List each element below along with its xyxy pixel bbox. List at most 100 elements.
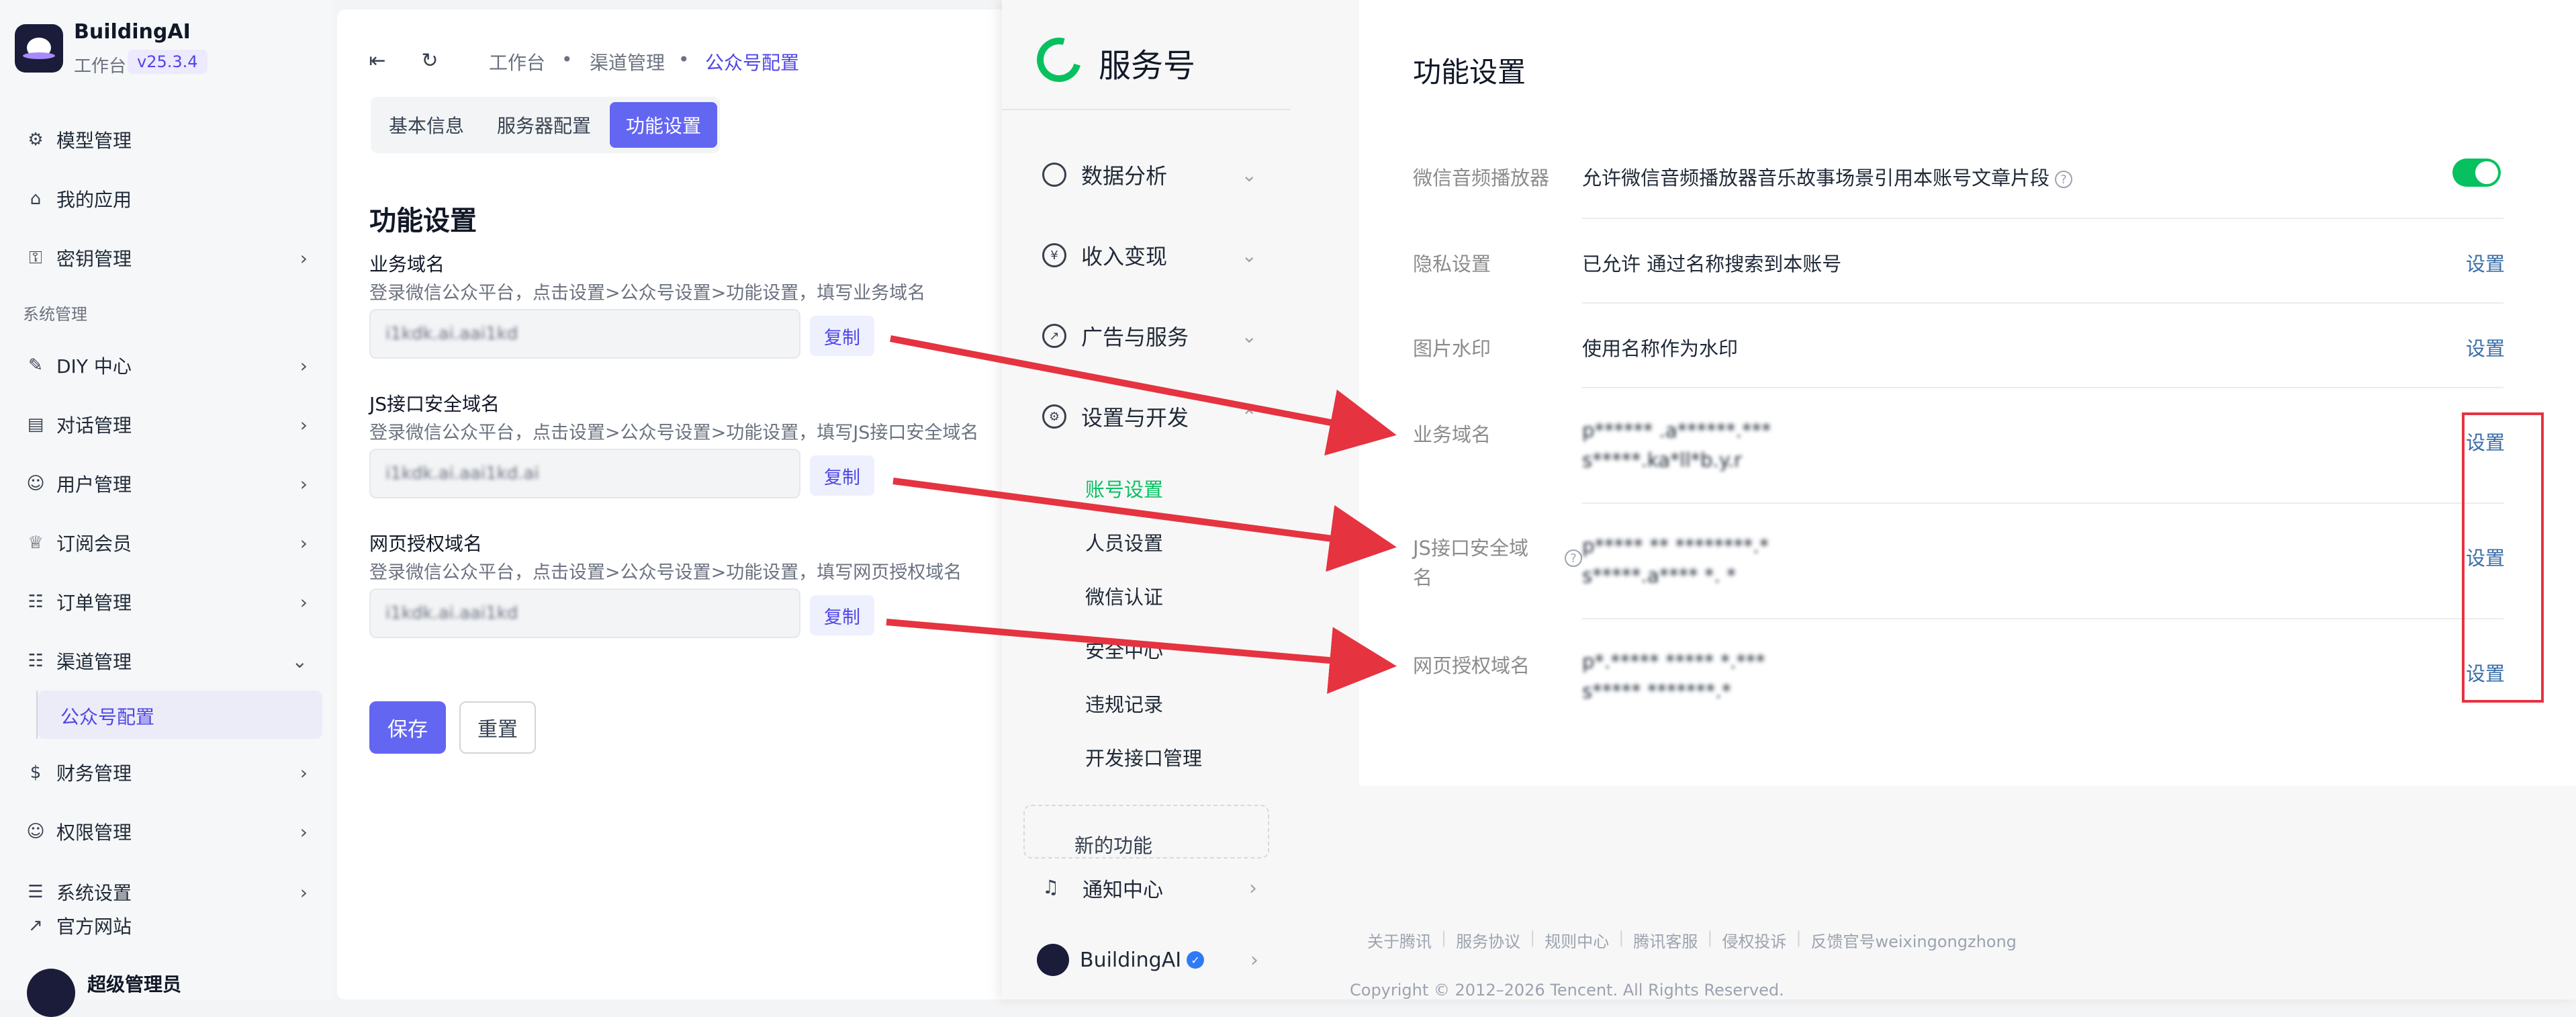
- model-icon: ⚙: [28, 130, 44, 150]
- copy-js-domain-button[interactable]: 复制: [810, 455, 874, 496]
- sidebar-item-diy[interactable]: ✎ DIY 中心 ›: [15, 345, 324, 386]
- wechat-menu-settings-dev[interactable]: ⚙ 设置与开发 ⌃: [1042, 396, 1257, 437]
- help-icon[interactable]: ?: [1565, 549, 1582, 567]
- copy-oauth-domain-button[interactable]: 复制: [810, 595, 874, 635]
- sidebar-item-keys[interactable]: ⚿ 密钥管理 ›: [15, 238, 324, 278]
- footer-link[interactable]: 规则中心: [1535, 928, 1618, 952]
- footer-link[interactable]: 关于腾讯: [1358, 928, 1441, 952]
- avatar: [1037, 944, 1069, 976]
- privacy-settings-link[interactable]: 设置: [2466, 249, 2505, 277]
- tab-feature-settings[interactable]: 功能设置: [610, 102, 717, 148]
- breadcrumb-item[interactable]: 工作台: [489, 48, 545, 75]
- sidebar-item-label: 模型管理: [56, 130, 132, 152]
- new-feature-card[interactable]: 新的功能: [1023, 805, 1269, 858]
- refresh-icon[interactable]: ↻: [416, 47, 443, 74]
- wechat-menu-analytics[interactable]: 数据分析 ⌄: [1042, 154, 1257, 195]
- row-value-js-domain-1: p***** ** ********.*: [1582, 535, 1769, 558]
- watermark-settings-link[interactable]: 设置: [2466, 333, 2505, 361]
- sidebar-item-label: DIY 中心: [56, 355, 132, 378]
- footer-link[interactable]: 腾讯客服: [1624, 928, 1707, 952]
- footer-link[interactable]: 服务协议: [1446, 928, 1530, 952]
- wechat-subitem-dev-api[interactable]: 开发接口管理: [1085, 743, 1202, 771]
- footer-link[interactable]: 侵权投诉: [1712, 928, 1796, 952]
- save-button[interactable]: 保存: [369, 701, 446, 754]
- wechat-menu-label: 收入变现: [1081, 244, 1168, 269]
- new-feature-label: 新的功能: [1074, 834, 1153, 857]
- footer-separator: |: [1530, 928, 1536, 947]
- bell-icon: ♫: [1042, 876, 1060, 898]
- wechat-subitem-security[interactable]: 安全中心: [1085, 635, 1163, 664]
- sidebar-item-chats[interactable]: ▤ 对话管理 ›: [15, 404, 324, 445]
- audio-player-toggle[interactable]: [2452, 159, 2501, 187]
- sidebar-item-orders[interactable]: ☷ 订单管理 ›: [15, 582, 324, 622]
- breadcrumb-current: 公众号配置: [705, 52, 800, 74]
- field-help: 登录微信公众平台，点击设置>公众号设置>功能设置，填写网页授权域名: [369, 562, 962, 583]
- brush-icon: ✎: [28, 355, 43, 375]
- crown-icon: ♕: [28, 533, 44, 553]
- chevron-right-icon: ›: [300, 413, 308, 436]
- field-label-oauth-domain: 网页授权域名: [369, 533, 483, 555]
- sidebar-section-title: 系统管理: [23, 305, 87, 324]
- app-logo: [15, 24, 63, 73]
- wechat-logo-icon: [1028, 29, 1090, 91]
- row-value-oauth-domain-2: s***** *******.*: [1582, 680, 1732, 703]
- reset-button[interactable]: 重置: [459, 701, 536, 754]
- wechat-subitem-staff[interactable]: 人员设置: [1085, 528, 1163, 556]
- settings-icon: ☰: [28, 882, 44, 902]
- sidebar-item-label: 用户管理: [56, 474, 132, 496]
- oauth-domain-field[interactable]: i1kdk.ai.aai1kd: [369, 588, 800, 638]
- app-sidebar: BuildingAI 工作台 v25.3.4 ⚙ 模型管理 ⌂ 我的应用 ⚿ 密…: [0, 0, 332, 1017]
- footer-link[interactable]: 反馈官号weixingongzhong: [1801, 928, 2025, 952]
- chevron-right-icon: ›: [300, 472, 308, 495]
- sidebar-subitem-wechat-config[interactable]: 公众号配置: [38, 691, 322, 739]
- sidebar-item-permissions[interactable]: ☺ 权限管理 ›: [15, 811, 324, 852]
- sidebar-item-label: 系统设置: [56, 882, 132, 904]
- sidebar-item-members[interactable]: ♕ 订阅会员 ›: [15, 523, 324, 563]
- sidebar-item-finance[interactable]: $ 财务管理 ›: [15, 752, 324, 793]
- notify-label: 通知中心: [1083, 879, 1163, 902]
- sidebar-item-models[interactable]: ⚙ 模型管理: [15, 120, 324, 160]
- key-icon: ⚿: [29, 247, 42, 268]
- help-icon[interactable]: ?: [2055, 171, 2073, 188]
- sidebar-item-label: 财务管理: [56, 762, 132, 785]
- business-domain-field[interactable]: i1kdk.ai.aai1kd: [369, 309, 800, 359]
- copy-business-domain-button[interactable]: 复制: [810, 316, 874, 356]
- tab-basic-info[interactable]: 基本信息: [376, 102, 477, 148]
- tab-server-config[interactable]: 服务器配置: [485, 102, 603, 148]
- wechat-nav: 服务号 数据分析 ⌄ ¥ 收入变现 ⌄ ↗ 广告与服务 ⌄ ⚙ 设置与开发 ⌃ …: [1002, 0, 1291, 1000]
- compass-icon: ↗: [1042, 324, 1066, 348]
- row-value-oauth-domain-1: p*.***** ***** *.***: [1582, 650, 1765, 673]
- footer-separator: |: [1707, 928, 1713, 947]
- sidebar-item-website[interactable]: ↗ 官方网站: [15, 905, 324, 946]
- version-badge: v25.3.4: [128, 50, 208, 74]
- sidebar-item-channels[interactable]: ☷ 渠道管理 ⌄: [15, 641, 324, 681]
- wechat-menu-label: 广告与服务: [1081, 324, 1189, 350]
- wechat-subitem-account[interactable]: 账号设置: [1085, 474, 1163, 502]
- chevron-down-icon: ⌄: [1241, 244, 1257, 267]
- finance-icon: $: [30, 762, 42, 783]
- notification-center[interactable]: ♫ 通知中心 ›: [1042, 868, 1257, 908]
- sidebar-item-label: 权限管理: [56, 822, 132, 844]
- sidebar-item-users[interactable]: ☺ 用户管理 ›: [15, 463, 324, 504]
- sidebar-item-label: 订阅会员: [56, 533, 132, 555]
- wechat-subitem-violations[interactable]: 违规记录: [1085, 689, 1163, 717]
- wechat-subitem-verification[interactable]: 微信认证: [1085, 582, 1163, 610]
- divider: [1582, 618, 2503, 619]
- chevron-right-icon: ›: [1249, 876, 1257, 900]
- workspace-label: 工作台: [74, 56, 127, 77]
- wechat-menu-revenue[interactable]: ¥ 收入变现 ⌄: [1042, 235, 1257, 275]
- js-domain-field[interactable]: i1kdk.ai.aai1kd.ai: [369, 449, 800, 498]
- wechat-account[interactable]: BuildingAI ✓ ›: [1037, 938, 1258, 982]
- collapse-sidebar-icon[interactable]: ⇤: [364, 47, 391, 74]
- avatar[interactable]: [27, 969, 75, 1017]
- breadcrumb-item[interactable]: 渠道管理: [590, 48, 665, 75]
- field-help: 登录微信公众平台，点击设置>公众号设置>功能设置，填写业务域名: [369, 283, 926, 304]
- sidebar-item-label: 渠道管理: [56, 651, 132, 673]
- row-value-business-domain-2: s*****.ka*ll*b.y.r: [1582, 449, 1742, 472]
- wechat-menu-ads[interactable]: ↗ 广告与服务 ⌄: [1042, 316, 1257, 356]
- row-label-watermark: 图片水印: [1413, 337, 1491, 360]
- sidebar-item-apps[interactable]: ⌂ 我的应用: [15, 179, 324, 219]
- field-help: 登录微信公众平台，点击设置>公众号设置>功能设置，填写JS接口安全域名: [369, 423, 979, 443]
- yen-icon: ¥: [1042, 243, 1066, 267]
- row-label-js-domain: JS接口安全域名: [1413, 537, 1528, 589]
